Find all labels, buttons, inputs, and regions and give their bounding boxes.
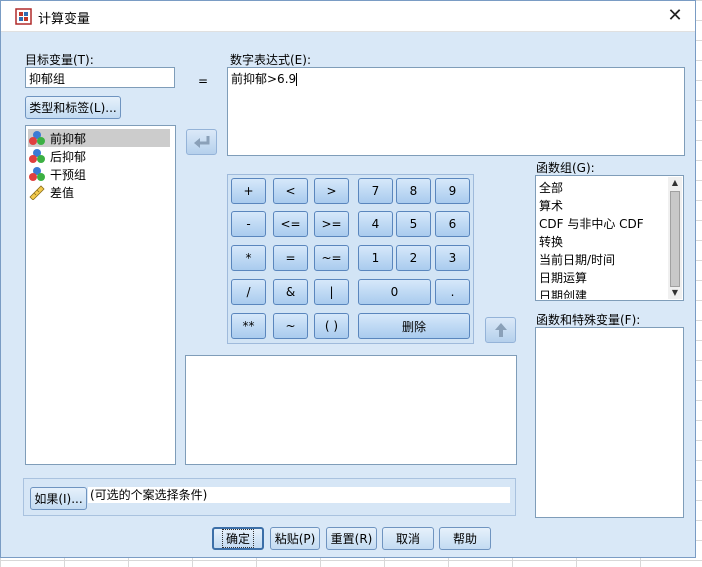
type-and-label-button-label: 类型和标签(L)...: [29, 101, 117, 115]
variable-name: 干预组: [50, 167, 87, 182]
if-button-label: 如果(I)...: [34, 492, 83, 506]
key-8[interactable]: 8: [396, 178, 431, 204]
variable-list[interactable]: 前抑郁 后抑郁 干预组 差值: [25, 125, 176, 465]
if-button[interactable]: 如果(I)...: [30, 487, 87, 510]
ok-button-label: 确定: [221, 529, 254, 548]
if-condition-panel: 如果(I)... (可选的个案选择条件): [23, 478, 516, 516]
key-or[interactable]: |: [314, 279, 349, 305]
delete-button[interactable]: 删除: [358, 313, 470, 339]
key-4[interactable]: 4: [358, 211, 393, 237]
key-6[interactable]: 6: [435, 211, 470, 237]
reset-button[interactable]: 重置(R): [326, 527, 377, 550]
function-group-item[interactable]: 日期运算: [539, 269, 587, 286]
equals-sign: =: [198, 74, 209, 88]
variable-item-difference[interactable]: 差值: [28, 183, 170, 201]
key-1[interactable]: 1: [358, 245, 393, 271]
nominal-icon: [29, 149, 45, 163]
key-less-than[interactable]: <: [273, 178, 308, 204]
move-function-up-button[interactable]: [485, 317, 516, 343]
key-divide[interactable]: /: [231, 279, 266, 305]
window-title: 计算变量: [38, 12, 91, 27]
key-dot[interactable]: .: [435, 279, 470, 305]
target-variable-value: 抑郁组: [29, 72, 66, 86]
help-button[interactable]: 帮助: [439, 527, 491, 550]
ok-button[interactable]: 确定: [212, 527, 264, 550]
key-greater-than[interactable]: >: [314, 178, 349, 204]
key-3[interactable]: 3: [435, 245, 470, 271]
function-group-item[interactable]: 当前日期/时间: [539, 251, 615, 268]
key-0[interactable]: 0: [358, 279, 431, 305]
compute-variable-dialog: 计算变量 ✕ 目标变量(T): 抑郁组 = 类型和标签(L)... 前抑郁 后抑…: [0, 0, 696, 558]
target-variable-label: 目标变量(T):: [25, 53, 94, 67]
variable-name: 后抑郁: [50, 149, 87, 164]
key-plus[interactable]: +: [231, 178, 266, 204]
title-bar: 计算变量 ✕: [1, 1, 695, 32]
function-group-item[interactable]: 全部: [539, 179, 563, 196]
nominal-icon: [29, 167, 45, 181]
variable-item-post-depression[interactable]: 后抑郁: [28, 147, 170, 165]
type-and-label-button[interactable]: 类型和标签(L)...: [25, 96, 121, 119]
functions-special-list[interactable]: [535, 327, 684, 518]
close-icon[interactable]: ✕: [661, 3, 689, 29]
expression-label: 数字表达式(E):: [230, 53, 311, 67]
expression-value: 前抑郁>6.9: [231, 72, 297, 86]
text-cursor: [296, 73, 298, 86]
function-group-item[interactable]: 算术: [539, 197, 563, 214]
key-not[interactable]: ~: [273, 313, 308, 339]
key-not-equal[interactable]: ~=: [314, 245, 349, 271]
scale-ruler-icon: [29, 185, 45, 200]
variable-item-intervention-group[interactable]: 干预组: [28, 165, 170, 183]
key-parentheses[interactable]: ( ): [314, 313, 349, 339]
key-greater-equal[interactable]: >=: [314, 211, 349, 237]
key-less-equal[interactable]: <=: [273, 211, 308, 237]
key-2[interactable]: 2: [396, 245, 431, 271]
return-arrow-icon: [193, 136, 209, 148]
move-to-expression-button[interactable]: [186, 129, 217, 155]
key-power[interactable]: **: [231, 313, 266, 339]
key-and[interactable]: &: [273, 279, 308, 305]
key-7[interactable]: 7: [358, 178, 393, 204]
calculator-keypad: + < > - <= >= * = ~= / & | ** ~ ( ) 7 8 …: [227, 174, 474, 344]
scroll-down-icon[interactable]: ▼: [668, 287, 682, 299]
variable-item-pre-depression[interactable]: 前抑郁: [28, 129, 170, 147]
function-group-item[interactable]: 转换: [539, 233, 563, 250]
expression-textarea[interactable]: 前抑郁>6.9: [227, 67, 685, 156]
cancel-button-label: 取消: [395, 532, 420, 546]
scroll-thumb[interactable]: [670, 191, 680, 287]
key-minus[interactable]: -: [231, 211, 266, 237]
up-arrow-icon: [494, 323, 507, 337]
if-condition-text: (可选的个案选择条件): [88, 487, 510, 503]
key-equals[interactable]: =: [273, 245, 308, 271]
key-multiply[interactable]: *: [231, 245, 266, 271]
function-group-scrollbar[interactable]: ▲ ▼: [668, 177, 682, 299]
functions-special-label: 函数和特殊变量(F):: [536, 313, 641, 327]
variable-name: 前抑郁: [50, 131, 87, 146]
paste-button-label: 粘贴(P): [274, 532, 316, 546]
paste-button[interactable]: 粘贴(P): [270, 527, 320, 550]
reset-button-label: 重置(R): [330, 532, 373, 546]
function-group-item[interactable]: 日期创建: [539, 287, 587, 299]
cancel-button[interactable]: 取消: [382, 527, 434, 550]
spss-app-icon: [15, 8, 32, 25]
scroll-up-icon[interactable]: ▲: [668, 177, 682, 189]
function-group-item[interactable]: CDF 与非中心 CDF: [539, 215, 644, 232]
key-5[interactable]: 5: [396, 211, 431, 237]
variable-name: 差值: [50, 185, 75, 200]
function-group-list[interactable]: 全部 算术 CDF 与非中心 CDF 转换 当前日期/时间 日期运算 日期创建 …: [535, 175, 684, 301]
help-button-label: 帮助: [452, 532, 477, 546]
target-variable-input[interactable]: 抑郁组: [25, 67, 175, 88]
function-description-box: [185, 355, 517, 465]
key-9[interactable]: 9: [435, 178, 470, 204]
function-group-label: 函数组(G):: [536, 161, 595, 175]
nominal-icon: [29, 131, 45, 145]
